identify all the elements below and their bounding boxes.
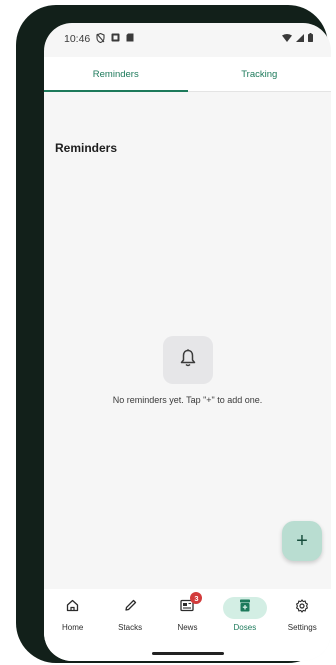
app-notification-icon <box>111 33 120 45</box>
bottom-navigation: Home Stacks 3 News Doses Settings <box>44 589 331 661</box>
nav-item-doses[interactable]: Doses <box>217 597 273 632</box>
battery-icon <box>308 33 313 45</box>
nav-label-home: Home <box>62 623 84 632</box>
status-left: 10:46 <box>64 32 134 46</box>
nav-label-doses: Doses <box>233 623 257 632</box>
status-bar: 10:46 <box>44 23 331 55</box>
news-badge: 3 <box>190 592 203 604</box>
wifi-icon <box>282 33 292 45</box>
status-time: 10:46 <box>64 33 91 45</box>
phone-frame: 10:46 Reminders Tracking Reminders No re… <box>16 5 331 663</box>
nav-item-home[interactable]: Home <box>45 597 101 632</box>
home-indicator[interactable] <box>152 652 224 655</box>
tab-tracking[interactable]: Tracking <box>188 57 332 91</box>
home-icon <box>66 599 79 617</box>
empty-state-message: No reminders yet. Tap "+" to add one. <box>112 395 263 405</box>
shield-off-icon <box>96 32 105 46</box>
add-reminder-button[interactable]: + <box>282 521 322 561</box>
nav-label-settings: Settings <box>287 623 317 632</box>
status-right <box>282 33 313 45</box>
plus-icon: + <box>296 529 308 552</box>
pencil-icon <box>124 599 137 617</box>
tab-reminders[interactable]: Reminders <box>44 57 188 92</box>
empty-state-icon-box <box>163 336 213 384</box>
tab-tracking-label: Tracking <box>241 68 278 80</box>
nav-label-stacks: Stacks <box>118 623 143 632</box>
app-screen: 10:46 Reminders Tracking Reminders No re… <box>44 23 331 661</box>
section-title: Reminders <box>55 141 118 155</box>
signal-icon <box>296 33 304 45</box>
pill-box-icon <box>239 599 251 617</box>
nav-label-news: News <box>177 623 198 632</box>
nav-item-stacks[interactable]: Stacks <box>102 597 158 632</box>
bell-icon <box>180 348 196 372</box>
nav-item-settings[interactable]: Settings <box>274 597 330 632</box>
gear-icon <box>295 598 309 618</box>
tab-reminders-label: Reminders <box>92 68 139 80</box>
tab-bar: Reminders Tracking <box>44 57 331 92</box>
nav-item-news[interactable]: 3 News <box>159 592 215 632</box>
sd-card-icon <box>126 33 134 45</box>
